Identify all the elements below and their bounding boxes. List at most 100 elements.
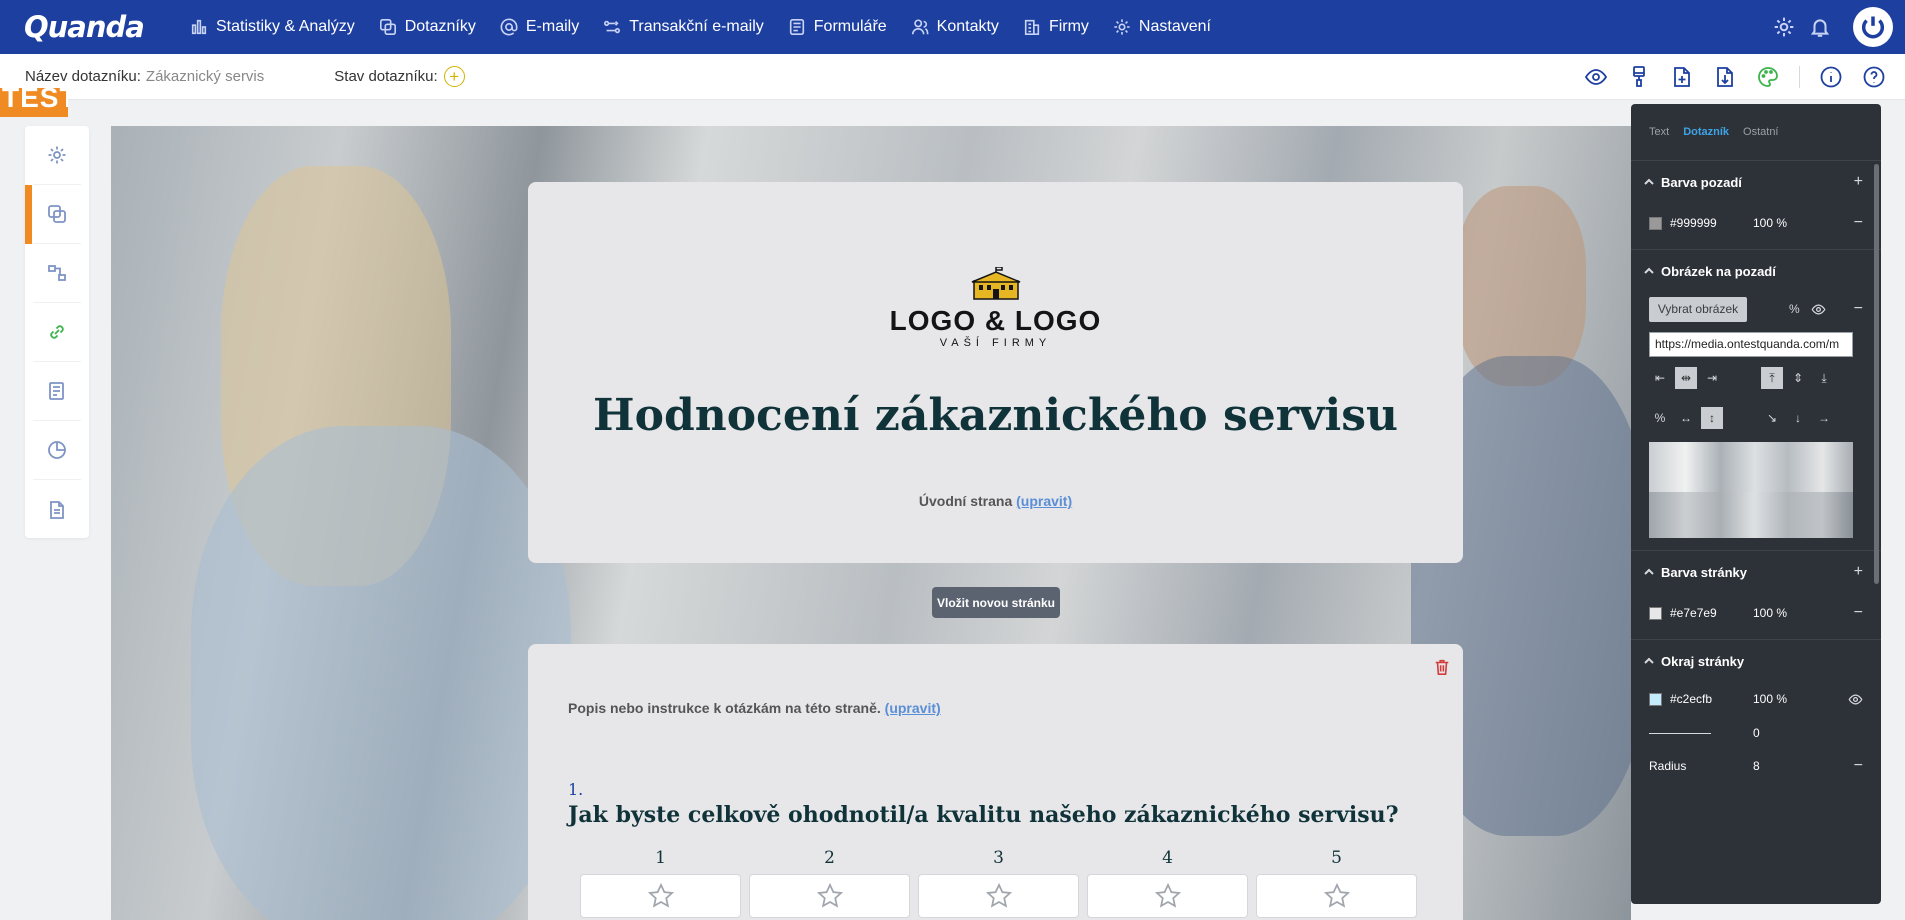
edit-intro-link[interactable]: (upravit) — [1016, 493, 1072, 509]
question-page-card[interactable]: Popis nebo instrukce k otázkám na této s… — [528, 644, 1463, 920]
tab-other[interactable]: Ostatní — [1743, 126, 1778, 138]
add-state-button[interactable]: + — [443, 66, 465, 87]
edit-description-link[interactable]: (upravit) — [885, 700, 941, 716]
remove-icon[interactable]: − — [1854, 604, 1863, 622]
survey-name-value[interactable]: Zákaznický servis — [146, 68, 264, 85]
image-url-input[interactable]: https://media.ontestquanda.com/m — [1649, 331, 1853, 357]
rail-item-questions[interactable] — [25, 185, 81, 244]
percent-toggle[interactable]: % — [1789, 302, 1800, 316]
nav-item-statistics[interactable]: Statistiky & Analýzy — [190, 18, 355, 36]
border-width-row[interactable]: 0 — [1649, 716, 1863, 750]
remove-icon[interactable]: − — [1854, 757, 1863, 775]
color-row[interactable]: #e7e7e9 100 % − — [1649, 593, 1863, 633]
choose-image-button[interactable]: Vybrat obrázek — [1649, 296, 1747, 322]
align-bottom-icon[interactable]: ⤓ — [1813, 367, 1835, 389]
section-header[interactable]: Obrázek na pozadí — [1644, 250, 1863, 292]
add-icon[interactable]: + — [1854, 563, 1863, 581]
trash-icon[interactable] — [1433, 658, 1451, 676]
survey-title[interactable]: Hodnocení zákaznického servisu — [528, 390, 1463, 441]
section-header[interactable]: Barva pozadí + — [1644, 161, 1863, 203]
eye-icon[interactable] — [1811, 302, 1826, 317]
rating-star-button[interactable] — [918, 874, 1079, 918]
opacity-value[interactable]: 100 % — [1753, 606, 1787, 620]
remove-icon[interactable]: − — [1854, 214, 1863, 232]
percent-size-icon[interactable]: % — [1649, 407, 1671, 429]
page-description-text: Popis nebo instrukce k otázkám na této s… — [568, 700, 881, 716]
eye-icon[interactable] — [1848, 692, 1863, 707]
align-left-icon[interactable]: ⇤ — [1649, 367, 1671, 389]
nav-item-companies[interactable]: Firmy — [1023, 18, 1089, 36]
color-row[interactable]: #c2ecfb 100 % — [1649, 682, 1863, 716]
arrow-down-icon[interactable]: ↓ — [1787, 407, 1809, 429]
help-icon[interactable] — [1862, 65, 1886, 89]
power-button[interactable] — [1853, 7, 1893, 47]
rating-label: 4 — [1162, 848, 1173, 868]
align-top-icon[interactable]: ⤒ — [1761, 367, 1783, 389]
opacity-value[interactable]: 100 % — [1753, 692, 1787, 706]
color-swatch[interactable] — [1649, 216, 1662, 230]
rail-item-results[interactable] — [33, 421, 81, 480]
gear-icon[interactable] — [1773, 16, 1795, 38]
insert-page-button[interactable]: Vložit novou stránku — [932, 587, 1060, 618]
opacity-value[interactable]: 100 % — [1753, 216, 1787, 230]
align-center-icon[interactable]: ⇹ — [1675, 367, 1697, 389]
rail-item-logic[interactable] — [33, 244, 81, 303]
brand-name: LOGO & LOGO — [889, 305, 1102, 336]
color-swatch[interactable] — [1649, 692, 1662, 706]
rating-star-button[interactable] — [1087, 874, 1248, 918]
nav-item-surveys[interactable]: Dotazníky — [379, 18, 476, 36]
color-swatch[interactable] — [1649, 606, 1662, 620]
brush-icon[interactable] — [1627, 65, 1651, 89]
radius-value[interactable]: 8 — [1753, 759, 1760, 773]
section-background-color: Barva pozadí + #999999 100 % − — [1631, 160, 1881, 243]
survey-icon — [48, 205, 66, 223]
align-right-icon[interactable]: ⇥ — [1701, 367, 1723, 389]
survey-info-bar: Název dotazníku: Zákaznický servis Stav … — [0, 54, 1905, 100]
rating-star-button[interactable] — [749, 874, 910, 918]
rating-option: 3 — [914, 848, 1083, 918]
palette-icon[interactable] — [1756, 65, 1780, 89]
add-icon[interactable]: + — [1854, 173, 1863, 191]
nav-item-label: Firmy — [1048, 18, 1089, 35]
nav-item-contacts[interactable]: Kontakty — [911, 18, 999, 36]
bell-icon[interactable] — [1809, 16, 1831, 38]
background-image-thumbnail[interactable] — [1649, 442, 1853, 538]
rail-item-report[interactable] — [33, 480, 81, 539]
top-navigation: Quanda Statistiky & Analýzy Dotazníky E-… — [0, 0, 1905, 54]
rail-item-settings[interactable] — [33, 126, 81, 185]
question-text[interactable]: Jak byste celkově ohodnotil/a kvalitu na… — [568, 802, 1398, 828]
nav-item-forms[interactable]: Formuláře — [788, 18, 887, 36]
nav-item-emails[interactable]: E-maily — [500, 18, 579, 36]
rail-item-responses[interactable] — [33, 362, 81, 421]
tab-text[interactable]: Text — [1649, 126, 1669, 138]
info-icon[interactable] — [1819, 65, 1843, 89]
arrow-right-icon[interactable]: → — [1813, 407, 1835, 429]
section-header[interactable]: Barva stránky + — [1644, 551, 1863, 593]
rating-star-button[interactable] — [580, 874, 741, 918]
color-row[interactable]: #999999 100 % − — [1649, 203, 1863, 243]
color-value: #999999 — [1670, 216, 1717, 230]
eye-icon[interactable] — [1584, 65, 1608, 89]
intro-page-label: Úvodní strana — [918, 493, 1013, 509]
radius-row[interactable]: Radius 8 − — [1649, 750, 1863, 782]
rail-item-link[interactable] — [33, 303, 81, 362]
app-logo[interactable]: Quanda — [24, 10, 190, 44]
import-icon[interactable] — [1713, 65, 1737, 89]
nav-item-settings[interactable]: Nastavení — [1113, 18, 1211, 36]
align-middle-icon[interactable]: ⇕ — [1787, 367, 1809, 389]
toolbar-divider — [1799, 66, 1800, 88]
arrow-down-right-icon[interactable]: ↘ — [1761, 407, 1783, 429]
border-width-value[interactable]: 0 — [1753, 726, 1760, 740]
panel-scrollbar[interactable] — [1874, 164, 1879, 584]
fit-width-icon[interactable]: ↔ — [1675, 407, 1697, 429]
tab-survey[interactable]: Dotazník — [1683, 126, 1729, 138]
intro-page-card[interactable]: LOGO & LOGO VAŠÍ FIRMY Hodnocení zákazni… — [528, 182, 1463, 563]
remove-icon[interactable]: − — [1854, 300, 1863, 318]
add-page-icon[interactable] — [1670, 65, 1694, 89]
rating-star-button[interactable] — [1256, 874, 1417, 918]
line-style-icon[interactable] — [1649, 732, 1711, 734]
nav-item-transactional-emails[interactable]: Transakční e-maily — [603, 18, 764, 36]
section-background-image: Obrázek na pozadí Vybrat obrázek % − htt… — [1631, 249, 1881, 538]
fit-height-icon[interactable]: ↕ — [1701, 407, 1723, 429]
section-header[interactable]: Okraj stránky — [1644, 640, 1863, 682]
